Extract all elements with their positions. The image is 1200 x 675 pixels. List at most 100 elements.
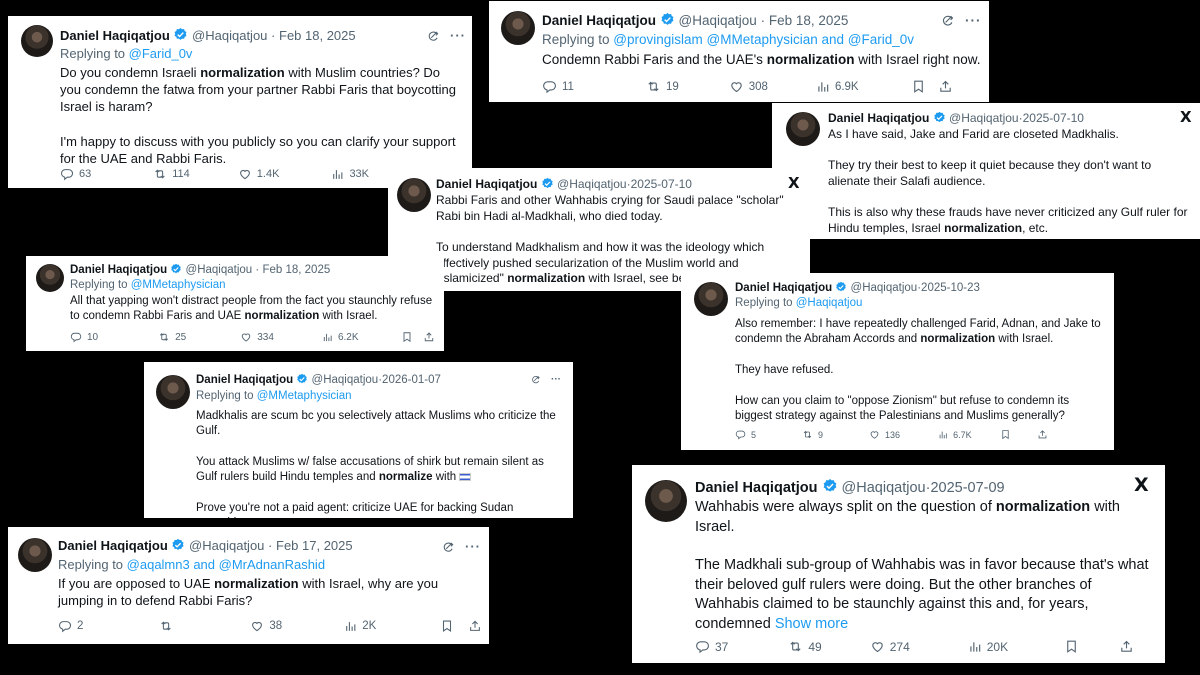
author-handle[interactable]: @Haqiqatjou — [186, 264, 253, 276]
views-button[interactable]: 6.2K — [322, 332, 359, 343]
more-icon[interactable]: ··· — [465, 539, 481, 554]
grok-icon[interactable] — [426, 29, 440, 43]
share-button[interactable] — [1119, 639, 1134, 654]
more-icon[interactable]: ··· — [450, 28, 466, 43]
author-name[interactable]: Daniel Haqiqatjou — [196, 374, 293, 386]
replying-to-link[interactable]: @aqalmn3 and @MrAdnanRashid — [127, 557, 325, 572]
author-name[interactable]: Daniel Haqiqatjou — [70, 264, 167, 276]
reply-button[interactable]: 2 — [58, 619, 83, 633]
repost-button[interactable]: 114 — [153, 167, 190, 181]
tweet-date[interactable]: 2025-07-09 — [930, 480, 1004, 496]
avatar[interactable] — [786, 112, 820, 146]
avatar[interactable] — [18, 538, 52, 572]
tweet-card[interactable]: Daniel Haqiqatjou @Haqiqatjou · Feb 18, … — [26, 256, 444, 351]
tweet-card[interactable]: Daniel Haqiqatjou @Haqiqatjou·2026-01-07… — [144, 362, 573, 518]
replying-to-link[interactable]: @Farid_0v — [129, 46, 193, 61]
repost-button[interactable]: 9 — [802, 429, 823, 440]
like-button[interactable]: 38 — [250, 619, 282, 633]
avatar[interactable] — [397, 178, 431, 212]
repost-button[interactable]: 49 — [788, 639, 822, 654]
reply-button[interactable]: 63 — [60, 167, 91, 181]
tweet-date[interactable]: Feb 17, 2025 — [276, 538, 353, 553]
reply-button[interactable]: 11 — [542, 79, 574, 94]
tweet-date[interactable]: Feb 18, 2025 — [262, 264, 330, 276]
verified-badge-icon — [541, 177, 554, 190]
share-button[interactable] — [938, 79, 953, 94]
share-button[interactable] — [1037, 429, 1048, 440]
tweet-text: Also remember: I have repeatedly challen… — [735, 318, 1101, 422]
replying-to-link[interactable]: @MMetaphysician — [131, 279, 226, 291]
tweet-date[interactable]: Feb 18, 2025 — [769, 13, 849, 28]
replying-to: Replying to @Haqiqatjou — [735, 297, 862, 309]
avatar[interactable] — [156, 375, 190, 409]
tweet-card[interactable]: Daniel Haqiqatjou @Haqiqatjou·2025-07-09… — [632, 465, 1165, 663]
avatar[interactable] — [36, 264, 64, 292]
like-button[interactable]: 334 — [240, 331, 274, 343]
views-button[interactable]: 2K — [344, 620, 376, 633]
author-name[interactable]: Daniel Haqiqatjou — [542, 13, 656, 28]
grok-icon[interactable] — [441, 540, 455, 554]
bookmark-button[interactable] — [911, 79, 926, 94]
like-button[interactable]: 274 — [870, 639, 910, 654]
author-handle[interactable]: @Haqiqatjou — [312, 374, 379, 386]
bookmark-icon — [440, 619, 454, 633]
avatar[interactable] — [645, 480, 687, 522]
bookmark-button[interactable] — [401, 331, 413, 343]
reply-button[interactable]: 10 — [70, 331, 98, 343]
share-button[interactable] — [423, 331, 435, 343]
author-name[interactable]: Daniel Haqiqatjou — [735, 282, 832, 294]
replying-to-link[interactable]: @provingislam @MMetaphysician and @Farid… — [613, 32, 914, 47]
more-icon[interactable]: ··· — [551, 374, 561, 385]
tweet-date[interactable]: Feb 18, 2025 — [279, 28, 356, 43]
tweet-date[interactable]: 2026-01-07 — [382, 374, 441, 386]
like-button[interactable]: 1.4K — [238, 167, 279, 181]
grok-icon[interactable] — [530, 374, 541, 385]
author-name[interactable]: Daniel Haqiqatjou — [695, 480, 817, 496]
tweet-card[interactable]: Daniel Haqiqatjou @Haqiqatjou · Feb 17, … — [8, 527, 489, 644]
more-icon[interactable]: ··· — [965, 13, 982, 28]
author-name[interactable]: Daniel Haqiqatjou — [60, 28, 170, 43]
tweet-date[interactable]: 2025-07-10 — [1023, 111, 1084, 125]
reply-button[interactable]: 5 — [735, 429, 756, 440]
like-icon — [729, 79, 744, 94]
share-button[interactable] — [468, 619, 482, 633]
reply-button[interactable]: 37 — [695, 639, 728, 654]
repost-button[interactable]: 19 — [646, 79, 679, 94]
repost-button[interactable] — [159, 619, 178, 633]
avatar[interactable] — [501, 11, 535, 45]
replying-to-link[interactable]: @MMetaphysician — [257, 390, 352, 402]
show-more-link[interactable]: Show more — [775, 616, 848, 632]
author-name[interactable]: Daniel Haqiqatjou — [828, 111, 929, 125]
bookmark-button[interactable] — [1000, 429, 1011, 440]
like-button[interactable]: 308 — [729, 79, 768, 94]
replying-to-link[interactable]: @Haqiqatjou — [796, 297, 863, 309]
tweet-card[interactable]: Daniel Haqiqatjou @Haqiqatjou · Feb 18, … — [489, 1, 989, 102]
author-handle[interactable]: @Haqiqatjou — [189, 538, 264, 553]
bookmark-button[interactable] — [440, 619, 454, 633]
avatar[interactable] — [21, 25, 53, 57]
tweet-card[interactable]: Daniel Haqiqatjou @Haqiqatjou·2025-07-10… — [772, 103, 1200, 239]
views-button[interactable]: 6.9K — [816, 80, 859, 94]
avatar[interactable] — [694, 282, 728, 316]
grok-icon[interactable] — [940, 13, 955, 28]
author-handle[interactable]: @Haqiqatjou — [192, 28, 267, 43]
views-button[interactable]: 20K — [968, 640, 1008, 654]
bookmark-button[interactable] — [1064, 639, 1079, 654]
reply-icon — [58, 619, 72, 633]
author-handle[interactable]: @Haqiqatjou — [557, 177, 627, 191]
author-handle[interactable]: @Haqiqatjou — [679, 13, 757, 28]
like-button[interactable]: 136 — [869, 429, 900, 440]
tweet-date[interactable]: 2025-10-23 — [921, 282, 980, 294]
tweet-date[interactable]: 2025-07-10 — [631, 177, 692, 191]
tweet-card[interactable]: Daniel Haqiqatjou @Haqiqatjou · Feb 18, … — [8, 16, 472, 188]
repost-button[interactable]: 25 — [158, 331, 186, 343]
tweet-card[interactable]: Daniel Haqiqatjou @Haqiqatjou·2025-10-23… — [681, 273, 1114, 450]
author-handle[interactable]: @Haqiqatjou — [842, 480, 926, 496]
views-button[interactable]: 33K — [331, 168, 369, 181]
verified-badge-icon — [835, 281, 847, 293]
author-name[interactable]: Daniel Haqiqatjou — [436, 177, 537, 191]
author-handle[interactable]: @Haqiqatjou — [949, 111, 1019, 125]
author-name[interactable]: Daniel Haqiqatjou — [58, 538, 168, 553]
author-handle[interactable]: @Haqiqatjou — [851, 282, 918, 294]
views-button[interactable]: 6.7K — [938, 430, 972, 440]
